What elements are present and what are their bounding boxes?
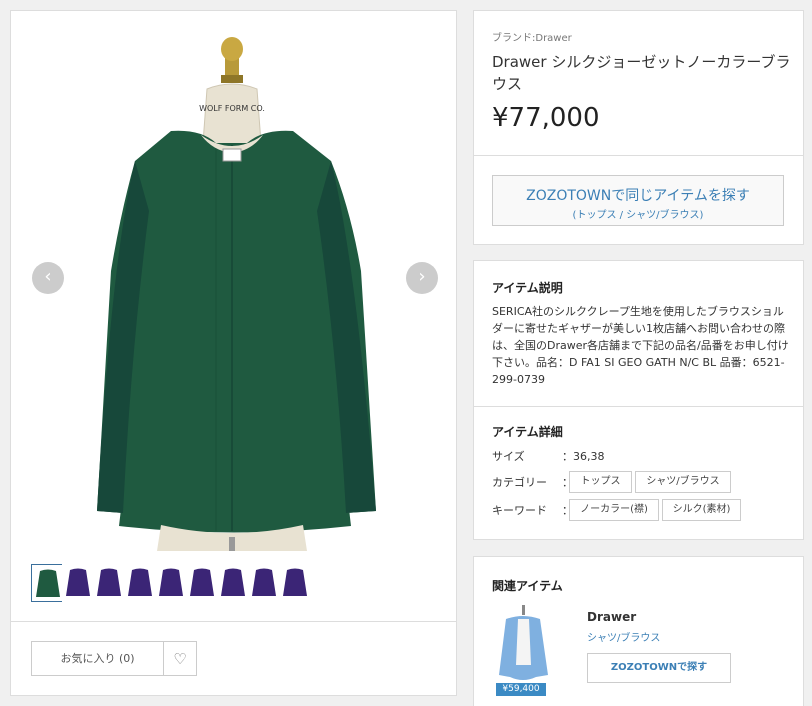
divider bbox=[474, 155, 803, 156]
next-image-arrow[interactable]: › bbox=[406, 262, 438, 294]
size-label: サイズ bbox=[492, 450, 525, 463]
thumbnail-1[interactable] bbox=[31, 564, 63, 602]
category-tag-shirts[interactable]: シャツ/ブラウス bbox=[635, 471, 731, 493]
description-title: アイテム説明 bbox=[492, 281, 563, 295]
related-price-badge: ¥59,400 bbox=[496, 683, 546, 696]
thumbnail-7[interactable] bbox=[217, 564, 249, 602]
product-price: ¥77,000 bbox=[492, 103, 600, 133]
blouse-photo: WOLF FORM CO. bbox=[97, 37, 376, 551]
zozotown-search-label: ZOZOTOWNで同じアイテムを探す bbox=[526, 188, 750, 204]
category-label: カテゴリー bbox=[492, 476, 547, 489]
thumbnail-5[interactable] bbox=[155, 564, 187, 602]
item-description-panel: アイテム説明 SERICA社のシルククレープ生地を使用したブラウスショルダーに寄… bbox=[473, 260, 804, 540]
thumbnail-4[interactable] bbox=[124, 564, 156, 602]
keyword-tag-collarless[interactable]: ノーカラー(襟) bbox=[569, 499, 659, 521]
thumbnail-3[interactable] bbox=[93, 564, 125, 602]
heart-icon[interactable]: ♡ bbox=[163, 641, 197, 676]
favorite-button[interactable]: お気に入り (0) bbox=[31, 641, 164, 676]
keyword-tag-silk[interactable]: シルク(素材) bbox=[662, 499, 741, 521]
related-brand[interactable]: Drawer bbox=[587, 610, 636, 624]
related-zozotown-button[interactable]: ZOZOTOWNで探す bbox=[587, 653, 731, 683]
zozotown-search-button[interactable]: ZOZOTOWNで同じアイテムを探す (トップス / シャツ/ブラウス) bbox=[492, 175, 784, 226]
brand-line[interactable]: ブランド:Drawer bbox=[492, 29, 572, 44]
product-gallery-panel: WOLF FORM CO. ‹ › お気に入り (0) ♡ bbox=[10, 10, 457, 696]
related-items-panel: 関連アイテム ¥59,400 Drawer シャツ/ブラウス ZOZOTOWNで… bbox=[473, 556, 804, 706]
thumbnail-6[interactable] bbox=[186, 564, 218, 602]
divider bbox=[474, 406, 803, 407]
product-title: Drawer シルクジョーゼットノーカラーブラウス bbox=[492, 53, 791, 93]
category-tag-tops[interactable]: トップス bbox=[569, 471, 632, 493]
details-title: アイテム詳細 bbox=[492, 425, 563, 439]
thumbnail-2[interactable] bbox=[62, 564, 94, 602]
zozotown-search-category: (トップス / シャツ/ブラウス) bbox=[572, 210, 704, 221]
product-main-image: WOLF FORM CO. ‹ › bbox=[11, 11, 456, 551]
related-title: 関連アイテム bbox=[492, 579, 563, 593]
thumbnail-8[interactable] bbox=[248, 564, 280, 602]
product-info-panel: ブランド:Drawer Drawer シルクジョーゼットノーカラーブラウス ¥7… bbox=[473, 10, 804, 245]
related-category-link[interactable]: シャツ/ブラウス bbox=[587, 629, 660, 644]
size-value: ：36,38 bbox=[562, 450, 605, 463]
mannequin-label: WOLF FORM CO. bbox=[199, 104, 265, 113]
related-item-image[interactable] bbox=[496, 605, 551, 685]
thumbnail-9[interactable] bbox=[279, 564, 311, 602]
divider bbox=[11, 621, 456, 622]
prev-image-arrow[interactable]: ‹ bbox=[32, 262, 64, 294]
description-text: SERICA社のシルククレープ生地を使用したブラウスショルダーに寄せたギャザーが… bbox=[492, 305, 789, 386]
keyword-label: キーワード bbox=[492, 504, 547, 517]
